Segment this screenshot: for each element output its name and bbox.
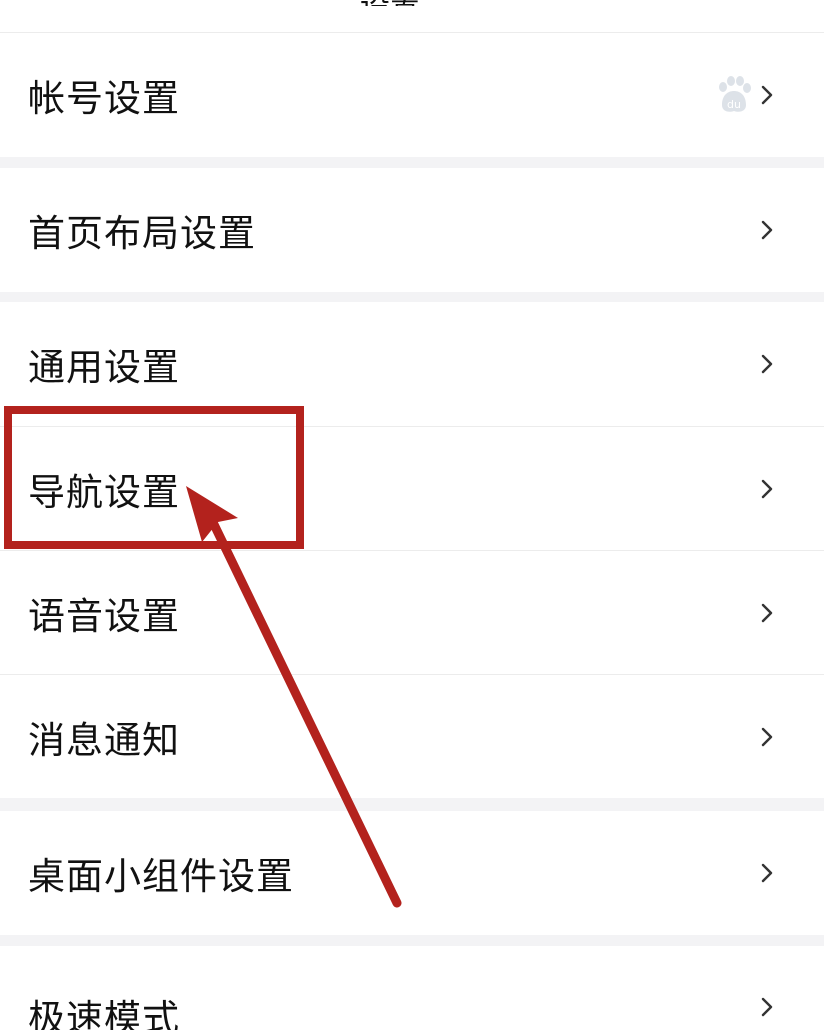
settings-item-label: 桌面小组件设置 <box>28 855 294 898</box>
chevron-right-icon <box>756 862 778 884</box>
svg-text:du: du <box>727 98 741 111</box>
settings-group-general: 通用设置 导航设置 语音设置 消息通知 <box>0 302 824 798</box>
header-bar: 设置 <box>0 0 824 33</box>
settings-page: 设置 帐号设置 du 首页布局设置 <box>0 0 824 1030</box>
settings-item-navigation[interactable]: 导航设置 <box>0 426 824 550</box>
settings-item-label: 首页布局设置 <box>28 212 256 255</box>
settings-item-desktop-widgets[interactable]: 桌面小组件设置 <box>0 811 824 935</box>
settings-item-label: 消息通知 <box>28 718 180 762</box>
page-title: 设置 <box>360 0 460 6</box>
chevron-right-icon <box>756 602 778 624</box>
settings-group-widgets: 桌面小组件设置 <box>0 811 824 935</box>
settings-item-label: 帐号设置 <box>28 77 180 120</box>
chevron-right-icon <box>756 353 778 375</box>
settings-item-voice[interactable]: 语音设置 <box>0 550 824 674</box>
settings-group-account: 帐号设置 du <box>0 33 824 157</box>
chevron-right-icon <box>756 996 778 1018</box>
chevron-right-icon <box>756 84 778 106</box>
settings-item-general[interactable]: 通用设置 <box>0 302 824 426</box>
settings-group-lite: 极速模式 <box>0 946 824 1030</box>
settings-group-home-layout: 首页布局设置 <box>0 168 824 292</box>
settings-item-notifications[interactable]: 消息通知 <box>0 674 824 798</box>
settings-item-label: 语音设置 <box>28 594 180 638</box>
baidu-paw-icon: du <box>714 75 754 115</box>
settings-item-lite-mode[interactable]: 极速模式 <box>0 946 824 1030</box>
settings-item-label: 通用设置 <box>28 346 180 389</box>
settings-item-account[interactable]: 帐号设置 du <box>0 33 824 157</box>
chevron-right-icon <box>756 726 778 748</box>
settings-item-home-layout[interactable]: 首页布局设置 <box>0 168 824 292</box>
settings-item-label: 导航设置 <box>28 470 180 514</box>
chevron-right-icon <box>756 219 778 241</box>
settings-item-label: 极速模式 <box>28 997 180 1030</box>
chevron-right-icon <box>756 478 778 500</box>
